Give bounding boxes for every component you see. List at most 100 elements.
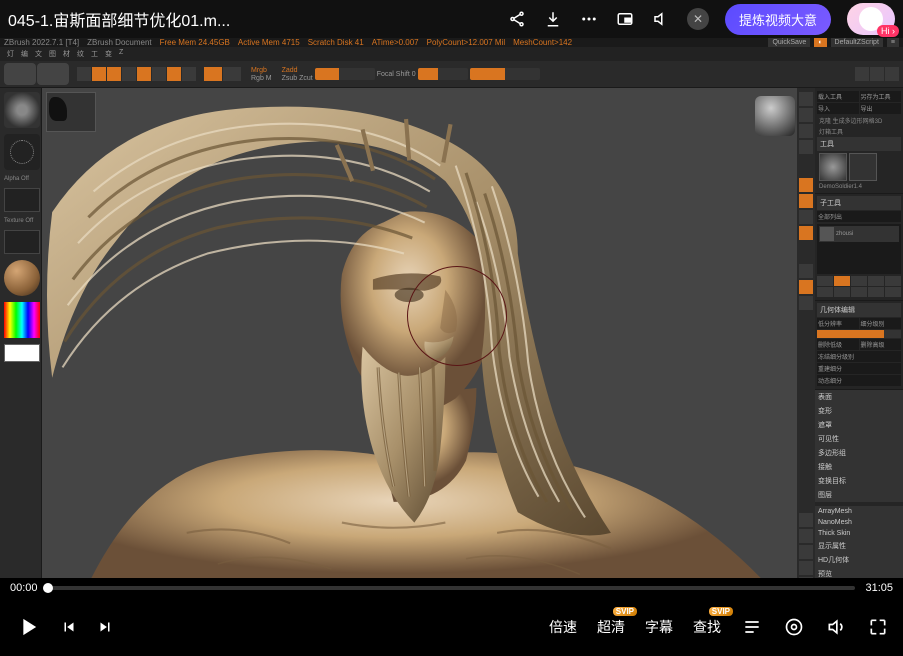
- menu-item[interactable]: 文: [32, 47, 45, 61]
- shelf-btn[interactable]: [799, 210, 813, 224]
- video-content[interactable]: ZBrush 2022.7.1 [T4] ZBrush Document Fre…: [0, 38, 903, 578]
- shelf-btn[interactable]: [799, 264, 813, 278]
- shelf-btn[interactable]: [799, 194, 813, 208]
- menu-item[interactable]: 编: [18, 47, 31, 61]
- gizmo-btn[interactable]: [204, 67, 222, 81]
- subtool-btn[interactable]: [834, 287, 850, 297]
- shelf-btn[interactable]: [799, 226, 813, 240]
- shelf-btn[interactable]: [799, 280, 813, 294]
- section[interactable]: 可见性: [815, 432, 903, 446]
- texture-preview[interactable]: [4, 230, 40, 254]
- subtool-btn[interactable]: [817, 276, 833, 286]
- sdiv-slider[interactable]: [817, 330, 901, 338]
- panel-text[interactable]: 删除高级: [860, 339, 902, 350]
- next-button[interactable]: [96, 618, 114, 636]
- subtool-btn[interactable]: [868, 287, 884, 297]
- tool-btn[interactable]: [137, 67, 151, 81]
- shelf-btn[interactable]: [799, 577, 813, 578]
- zint-slider[interactable]: [418, 68, 468, 80]
- menu-item[interactable]: 工: [88, 47, 101, 61]
- rgb-label[interactable]: Rgb M: [251, 75, 272, 82]
- panel-lightbox[interactable]: 灯箱工具: [817, 126, 901, 137]
- close-icon[interactable]: ✕: [687, 8, 709, 30]
- section[interactable]: Thick Skin: [815, 528, 903, 539]
- speaker-icon[interactable]: [651, 9, 671, 29]
- brush-preview[interactable]: [4, 92, 40, 128]
- subtool-btn[interactable]: [851, 287, 867, 297]
- subtool-btn[interactable]: [885, 287, 901, 297]
- panel-save[interactable]: 另存为工具: [860, 91, 902, 102]
- panel-text[interactable]: 冻结细分级别: [817, 351, 901, 362]
- zadd-label[interactable]: Zadd: [282, 67, 298, 74]
- extract-summary-button[interactable]: 提炼视频大意: [725, 4, 831, 35]
- search-button[interactable]: 查找 SVIP: [693, 617, 721, 637]
- quality-button[interactable]: 超清 SVIP: [597, 617, 625, 637]
- tool-thumb[interactable]: [819, 153, 847, 181]
- menu-item[interactable]: 材: [60, 47, 73, 61]
- subtool-btn[interactable]: [868, 276, 884, 286]
- color-swatch[interactable]: [4, 344, 40, 362]
- shelf-btn[interactable]: [799, 513, 813, 527]
- menu-item[interactable]: 变: [102, 47, 115, 61]
- panel-import[interactable]: 导入: [817, 103, 859, 114]
- shelf-btn[interactable]: [799, 92, 813, 106]
- alpha-preview[interactable]: [4, 188, 40, 212]
- mrgb-label[interactable]: Mrgb: [251, 67, 267, 74]
- tool-btn[interactable]: [885, 67, 899, 81]
- panel-text[interactable]: 动态细分: [817, 375, 901, 386]
- zb-quicksave[interactable]: QuickSave: [768, 38, 810, 47]
- share-icon[interactable]: [507, 9, 527, 29]
- tool-project[interactable]: [4, 63, 36, 85]
- speed-button[interactable]: 倍速: [549, 617, 577, 637]
- tool-btn[interactable]: [122, 67, 136, 81]
- subtool-btn[interactable]: [834, 276, 850, 286]
- panel-load[interactable]: 载入工具: [817, 91, 859, 102]
- navigation-head[interactable]: [755, 96, 795, 136]
- sculptris-btn[interactable]: [223, 67, 241, 81]
- panel-export[interactable]: 导出: [860, 103, 902, 114]
- menu-item[interactable]: 图: [46, 47, 59, 61]
- shelf-btn[interactable]: [799, 108, 813, 122]
- prev-button[interactable]: [60, 618, 78, 636]
- section[interactable]: HD几何体: [815, 553, 903, 567]
- subtool-btn[interactable]: [851, 276, 867, 286]
- tool-thumb[interactable]: [849, 153, 877, 181]
- tool-btn[interactable]: [855, 67, 869, 81]
- fullscreen-icon[interactable]: [867, 616, 889, 638]
- section[interactable]: 预览: [815, 567, 903, 578]
- subtool-btn[interactable]: [817, 287, 833, 297]
- material-preview[interactable]: [4, 260, 40, 296]
- panel-text[interactable]: 重建细分: [817, 363, 901, 374]
- seek-track[interactable]: [48, 586, 856, 590]
- section[interactable]: 接触: [815, 460, 903, 474]
- canvas-thumbnail[interactable]: [46, 92, 96, 132]
- settings-icon[interactable]: [783, 616, 805, 638]
- zbrush-canvas[interactable]: [42, 88, 797, 578]
- play-button[interactable]: [14, 613, 42, 641]
- subtitle-button[interactable]: 字幕: [645, 617, 673, 637]
- shelf-btn[interactable]: [799, 561, 813, 575]
- avatar-badge[interactable]: Hi ›: [847, 3, 895, 35]
- shelf-btn[interactable]: [799, 124, 813, 138]
- subtool-btn[interactable]: [885, 276, 901, 286]
- section[interactable]: NanoMesh: [815, 517, 903, 528]
- shelf-btn[interactable]: [799, 178, 813, 192]
- panel-clone[interactable]: 克隆 生成多边形网格3D: [817, 115, 901, 126]
- panel-text[interactable]: 删除低级: [817, 339, 859, 350]
- pip-icon[interactable]: [615, 9, 635, 29]
- zb-menu-toggle[interactable]: ≡: [887, 38, 899, 47]
- more-icon[interactable]: [579, 9, 599, 29]
- section[interactable]: 表面: [815, 390, 903, 404]
- shelf-btn[interactable]: [799, 529, 813, 543]
- section[interactable]: 图层: [815, 488, 903, 502]
- focal-slider[interactable]: [315, 68, 375, 80]
- zsub-label[interactable]: Zsub Zcut: [282, 75, 313, 82]
- section[interactable]: 遮罩: [815, 418, 903, 432]
- tool-btn[interactable]: [870, 67, 884, 81]
- menu-item[interactable]: 纹: [74, 47, 87, 61]
- shelf-btn[interactable]: [799, 296, 813, 310]
- tool-btn[interactable]: [152, 67, 166, 81]
- section[interactable]: 变换目标: [815, 474, 903, 488]
- tool-btn[interactable]: [107, 67, 121, 81]
- volume-icon[interactable]: [825, 616, 847, 638]
